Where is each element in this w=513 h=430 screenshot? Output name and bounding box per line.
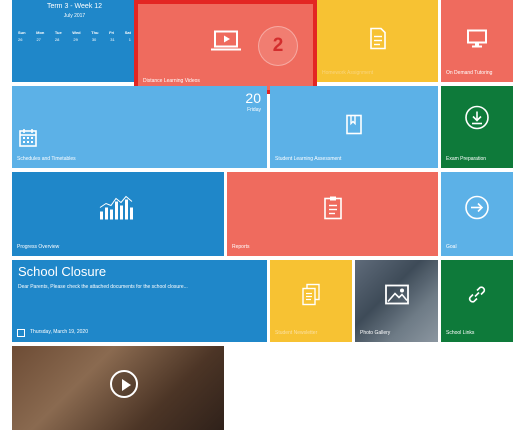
calendar-date[interactable]: 30 bbox=[92, 37, 96, 42]
video-tile[interactable] bbox=[12, 346, 224, 430]
homework-tile[interactable]: Homework Assignment bbox=[317, 0, 438, 82]
calendar-icon bbox=[17, 329, 25, 337]
homework-label: Homework Assignment bbox=[322, 70, 374, 76]
day-name: Friday bbox=[247, 107, 261, 113]
reports-label: Reports bbox=[232, 244, 250, 250]
student-learning-tile[interactable]: Student Learning Assessment bbox=[270, 86, 438, 168]
calendar-day: Tue bbox=[54, 30, 62, 35]
newsletter-label: Student Newsletter bbox=[275, 330, 318, 336]
download-circle-icon bbox=[464, 105, 490, 136]
calendar-day: Thu bbox=[91, 30, 99, 35]
newsletter-tile[interactable]: Student Newsletter bbox=[270, 260, 352, 342]
calendar-title: Term 3 - Week 12 bbox=[46, 3, 103, 10]
on-demand-label: On Demand Tutoring bbox=[446, 70, 493, 76]
reports-tile[interactable]: Reports bbox=[227, 172, 438, 256]
book-icon bbox=[345, 114, 363, 141]
calendar-day: Fri bbox=[109, 30, 115, 35]
school-links-tile[interactable]: School Links bbox=[441, 260, 513, 342]
calendar-day: Sun bbox=[18, 30, 26, 35]
school-closure-title: School Closure bbox=[18, 264, 107, 279]
calendar-subtitle: July 2017 bbox=[63, 13, 86, 19]
calendar-date[interactable]: 29 bbox=[73, 37, 77, 42]
calendar-days: Sun Mon Tue Wed Thu Fri Sat bbox=[18, 30, 131, 35]
exam-prep-tile[interactable]: Exam Preparation bbox=[441, 86, 513, 168]
link-icon bbox=[465, 282, 489, 311]
day-number: 20 bbox=[245, 90, 261, 106]
photo-gallery-label: Photo Gallery bbox=[360, 330, 391, 336]
calendar-day: Wed bbox=[72, 30, 81, 35]
progress-label: Progress Overview bbox=[17, 244, 60, 250]
on-demand-tile[interactable]: On Demand Tutoring bbox=[441, 0, 513, 82]
arrow-right-circle-icon bbox=[464, 194, 490, 225]
exam-prep-label: Exam Preparation bbox=[446, 156, 487, 162]
calendar-dates: 26 27 28 29 30 31 1 bbox=[18, 37, 131, 42]
clipboard-icon bbox=[323, 195, 343, 224]
calendar-tile[interactable]: Term 3 - Week 12 July 2017 Sun Mon Tue W… bbox=[12, 0, 137, 82]
calendar-date[interactable]: 31 bbox=[110, 37, 114, 42]
calendar-date[interactable]: 1 bbox=[129, 37, 131, 42]
progress-tile[interactable]: Progress Overview bbox=[12, 172, 224, 256]
calendar-day: Mon bbox=[36, 30, 45, 35]
image-icon bbox=[384, 283, 410, 310]
school-links-label: School Links bbox=[446, 330, 475, 336]
calendar-grid-icon bbox=[18, 128, 38, 153]
goal-tile[interactable]: Goal bbox=[441, 172, 513, 256]
school-closure-date: Thursday, March 19, 2020 bbox=[30, 329, 88, 335]
document-icon bbox=[369, 27, 387, 55]
school-closure-body: Dear Parents, Please check the attached … bbox=[18, 284, 188, 290]
bar-chart-icon bbox=[98, 195, 138, 224]
calendar-date[interactable]: 28 bbox=[55, 37, 59, 42]
photo-gallery-tile[interactable]: Photo Gallery bbox=[355, 260, 438, 342]
schedules-label: Schedules and Timetables bbox=[17, 156, 76, 162]
goal-label: Goal bbox=[446, 244, 457, 250]
calendar-date[interactable]: 27 bbox=[36, 37, 40, 42]
documents-icon bbox=[302, 283, 320, 310]
student-learning-label: Student Learning Assessment bbox=[275, 156, 342, 162]
highlight-box bbox=[134, 0, 317, 94]
calendar-day: Sat bbox=[124, 30, 131, 35]
monitor-icon bbox=[466, 29, 488, 54]
schedules-tile[interactable]: 20 Friday Schedules and Timetables bbox=[12, 86, 267, 168]
play-icon[interactable] bbox=[110, 370, 138, 398]
calendar-date[interactable]: 26 bbox=[18, 37, 22, 42]
school-closure-tile[interactable]: School Closure Dear Parents, Please chec… bbox=[12, 260, 267, 342]
